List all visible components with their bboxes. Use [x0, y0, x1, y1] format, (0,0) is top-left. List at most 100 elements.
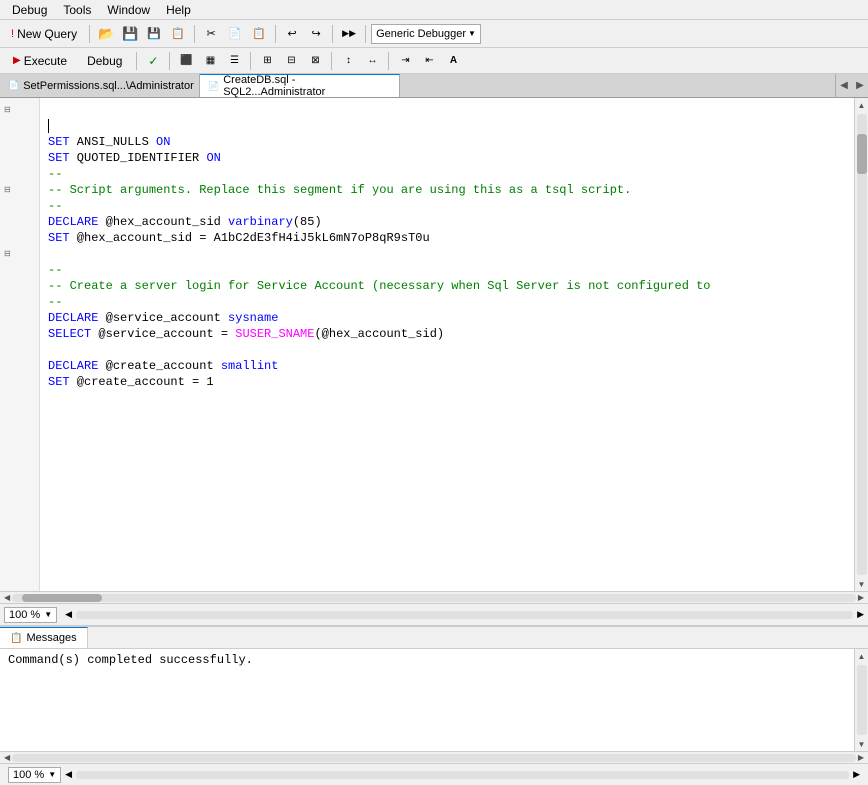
vscroll-down[interactable]: ▼: [855, 577, 868, 591]
hscroll-right[interactable]: ▶: [856, 593, 866, 602]
ln-5: [0, 166, 39, 182]
code-editor[interactable]: SET ANSI_NULLS ON SET QUOTED_IDENTIFIER …: [40, 98, 854, 591]
t2-btn6[interactable]: ⊠: [304, 50, 326, 72]
tab-scroll-right[interactable]: ▶: [852, 74, 868, 98]
menu-window[interactable]: Window: [99, 1, 158, 19]
vscroll-thumb[interactable]: [857, 134, 867, 174]
debug-button[interactable]: Debug: [78, 51, 131, 71]
bottom-scrollbar: ◀ ▶: [0, 751, 868, 763]
format-icon: A: [450, 55, 457, 66]
msg-vscroll-track[interactable]: [857, 665, 867, 735]
undo-button[interactable]: ↩: [281, 23, 303, 45]
bottom-hscroll-left[interactable]: ◀: [2, 753, 12, 762]
t2-b4-icon: ⊞: [263, 55, 271, 66]
dropdown-arrow-icon: ▼: [468, 29, 476, 38]
t2-indent-btn[interactable]: ⇥: [394, 50, 416, 72]
nav1-icon: ▶▶: [342, 28, 356, 39]
zoom-bar: 100 % ▼ ◀ ▶: [0, 603, 868, 625]
zoom-select[interactable]: 100 % ▼: [4, 607, 57, 623]
messages-tab-icon: 📋: [10, 633, 22, 644]
ln-7: [0, 198, 39, 214]
msg-vscroll-up[interactable]: ▲: [855, 649, 868, 663]
collapse-10[interactable]: ⊟: [4, 249, 11, 259]
bottom-hscroll-track2[interactable]: [76, 771, 849, 779]
hscroll-right2[interactable]: ▶: [857, 609, 864, 620]
tab-scroll-left[interactable]: ◀: [836, 74, 852, 98]
t2-b3-icon: ☰: [230, 55, 239, 66]
separator2: [194, 25, 195, 43]
separator1: [89, 25, 90, 43]
ln-8: [0, 214, 39, 230]
t2-unindent-btn[interactable]: ⇤: [418, 50, 440, 72]
database-dropdown[interactable]: Generic Debugger ▼: [371, 24, 481, 44]
ln-12: [0, 278, 39, 294]
t2-btn1[interactable]: ⬛: [175, 50, 197, 72]
collapse-6[interactable]: ⊟: [4, 185, 11, 195]
toolbar-extra1[interactable]: 📋: [167, 23, 189, 45]
hscroll-track[interactable]: [12, 594, 856, 602]
editor-main: ⊟ ⊟ ⊟ SET ANSI_NULLS ON SET QUOTED_IDENT…: [0, 98, 868, 591]
new-query-label: New Query: [17, 27, 77, 41]
bottom-zoom-select[interactable]: 100 % ▼: [8, 767, 61, 783]
save-button[interactable]: 💾: [119, 23, 141, 45]
extra1-icon: 📋: [171, 27, 185, 40]
messages-content: Command(s) completed successfully.: [0, 649, 854, 751]
menu-tools[interactable]: Tools: [55, 1, 99, 19]
zoom-value: 100 %: [9, 609, 40, 621]
open-file-button[interactable]: 📂: [95, 23, 117, 45]
separator4: [332, 25, 333, 43]
bottom-hscroll-right[interactable]: ▶: [856, 753, 866, 762]
t2-b7-icon: ↕: [346, 55, 351, 66]
t2-b2-icon: ▦: [206, 55, 215, 66]
hscroll-left[interactable]: ◀: [2, 593, 12, 602]
new-query-button[interactable]: ! New Query: [4, 23, 84, 45]
bottom-zoom-value: 100 %: [13, 769, 44, 781]
ln-10: ⊟: [0, 246, 39, 262]
tab-setpermissions[interactable]: 📄 SetPermissions.sql...\Administrator ✕: [0, 74, 200, 97]
messages-tab[interactable]: 📋 Messages: [0, 627, 88, 648]
collapse-1[interactable]: ⊟: [4, 105, 11, 115]
hscroll-left2[interactable]: ◀: [65, 609, 72, 620]
bottom-hscroll-track[interactable]: [12, 754, 856, 762]
save-icon: 💾: [122, 26, 138, 42]
t2-btn5[interactable]: ⊟: [280, 50, 302, 72]
separator5: [365, 25, 366, 43]
t2-btn4[interactable]: ⊞: [256, 50, 278, 72]
t2-btn7[interactable]: ↕: [337, 50, 359, 72]
check-button[interactable]: ✓: [142, 50, 164, 72]
vscroll-up[interactable]: ▲: [855, 98, 868, 112]
tab-createdb[interactable]: 📄 CreateDB.sql - SQL2...Administrator: [200, 74, 400, 97]
cut-button[interactable]: ✂: [200, 23, 222, 45]
copy-button[interactable]: 📄: [224, 23, 246, 45]
hscroll2-track[interactable]: [76, 611, 853, 619]
t2-btn3[interactable]: ☰: [223, 50, 245, 72]
ln-4: [0, 150, 39, 166]
execute-button[interactable]: ▶ Execute: [4, 51, 76, 71]
hscroll-thumb[interactable]: [22, 594, 102, 602]
undo-icon: ↩: [287, 27, 296, 40]
tab-bar: 📄 SetPermissions.sql...\Administrator ✕ …: [0, 74, 868, 98]
save-all-button[interactable]: 💾: [143, 23, 165, 45]
t2-btn8[interactable]: ↔: [361, 50, 383, 72]
t2-btn2[interactable]: ▦: [199, 50, 221, 72]
msg-vscroll-down[interactable]: ▼: [855, 737, 868, 751]
t2-format-btn[interactable]: A: [442, 50, 464, 72]
tab-label-1: SetPermissions.sql...\Administrator: [23, 80, 194, 92]
check-icon: ✓: [148, 54, 158, 68]
bottom-hscroll-btn-right[interactable]: ▶: [853, 769, 860, 780]
tab-bar-end: ◀ ▶: [835, 74, 868, 97]
menu-help[interactable]: Help: [158, 1, 199, 19]
ln-14: [0, 310, 39, 326]
toolbar1: ! New Query 📂 💾 💾 📋 ✂ 📄 📋 ↩ ↪ ▶▶ Generic: [0, 20, 868, 48]
menu-debug[interactable]: Debug: [4, 1, 55, 19]
vscroll-track[interactable]: [857, 114, 867, 575]
separator8: [250, 52, 251, 70]
ln-11: [0, 262, 39, 278]
nav-btn1[interactable]: ▶▶: [338, 23, 360, 45]
redo-button[interactable]: ↪: [305, 23, 327, 45]
paste-button[interactable]: 📋: [248, 23, 270, 45]
messages-vscroll: ▲ ▼: [854, 649, 868, 751]
toolbar2: ▶ Execute Debug ✓ ⬛ ▦ ☰ ⊞ ⊟ ⊠ ↕ ↔ ⇥ ⇤ A: [0, 48, 868, 74]
ln-1: ⊟: [0, 102, 39, 118]
bottom-hscroll-btn-left[interactable]: ◀: [65, 769, 72, 780]
